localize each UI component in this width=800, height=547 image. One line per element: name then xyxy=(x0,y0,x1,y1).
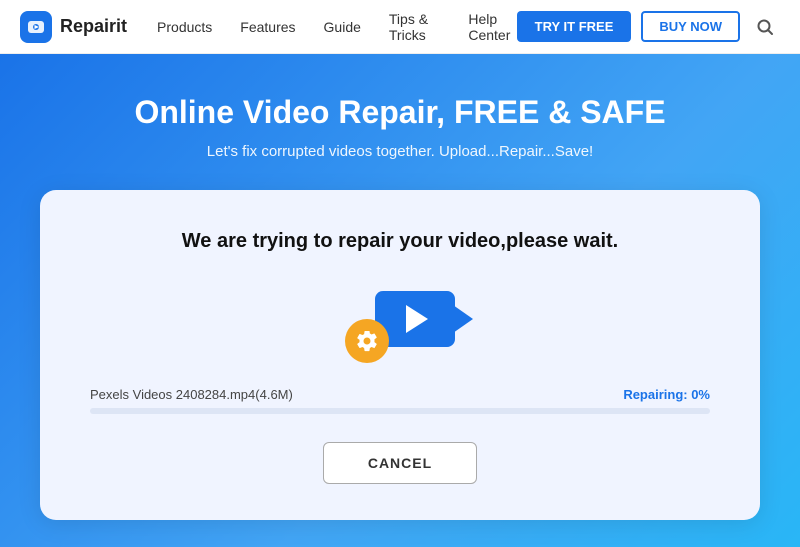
try-free-button[interactable]: TRY IT FREE xyxy=(517,11,632,42)
search-icon[interactable] xyxy=(750,12,780,42)
header-actions: TRY IT FREE BUY NOW xyxy=(517,11,780,42)
logo-text: Repairit xyxy=(60,16,127,37)
main-content: Online Video Repair, FREE & SAFE Let's f… xyxy=(0,54,800,547)
nav-item-guide[interactable]: Guide xyxy=(324,19,361,35)
nav-item-products[interactable]: Products xyxy=(157,19,212,35)
nav: Products Features Guide Tips & Tricks He… xyxy=(157,11,517,43)
progress-row: Pexels Videos 2408284.mp4(4.6M) Repairin… xyxy=(90,387,710,402)
nav-item-tips-tricks[interactable]: Tips & Tricks xyxy=(389,11,440,43)
hero-title: Online Video Repair, FREE & SAFE xyxy=(134,94,665,131)
repair-status: Repairing: 0% xyxy=(623,387,710,402)
video-repair-icon xyxy=(345,283,455,363)
nav-item-features[interactable]: Features xyxy=(240,19,295,35)
logo[interactable]: Repairit xyxy=(20,11,127,43)
hero-subtitle: Let's fix corrupted videos together. Upl… xyxy=(207,143,593,160)
card-title: We are trying to repair your video,pleas… xyxy=(182,230,618,253)
repair-card: We are trying to repair your video,pleas… xyxy=(40,190,760,520)
nav-item-help-center[interactable]: Help Center xyxy=(468,11,516,43)
play-triangle-icon xyxy=(406,305,428,333)
gear-icon xyxy=(345,319,389,363)
progress-bar-background xyxy=(90,408,710,414)
cancel-button[interactable]: CANCEL xyxy=(323,442,477,484)
file-label: Pexels Videos 2408284.mp4(4.6M) xyxy=(90,387,293,402)
header: Repairit Products Features Guide Tips & … xyxy=(0,0,800,54)
logo-icon xyxy=(20,11,52,43)
buy-now-button[interactable]: BUY NOW xyxy=(641,11,740,42)
